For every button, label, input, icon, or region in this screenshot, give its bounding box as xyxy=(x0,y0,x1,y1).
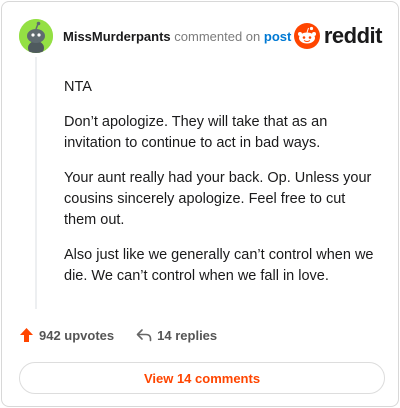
view-comments-button[interactable]: View 14 comments xyxy=(19,362,385,394)
username-link[interactable]: MissMurderpants xyxy=(63,29,171,44)
comment-paragraph: NTA xyxy=(64,79,92,95)
comment-byline: MissMurderpants commented on post xyxy=(63,29,291,44)
comment-paragraph: Don’t apologize. They will take that as … xyxy=(64,114,328,151)
comment-paragraph: Your aunt really had your back. Op. Unle… xyxy=(64,170,372,228)
reply-count: 14 replies xyxy=(157,327,218,343)
action-text: commented on xyxy=(174,28,261,44)
reddit-snoo-icon xyxy=(293,23,320,49)
comment-body: NTA Don’t apologize. They will take that… xyxy=(64,77,374,301)
thread-line[interactable] xyxy=(35,57,37,309)
user-avatar[interactable] xyxy=(19,19,53,53)
reply-arrow-icon xyxy=(136,329,152,342)
upvote-count: 942 upvotes xyxy=(39,327,115,343)
upvote-stat[interactable]: 942 upvotes xyxy=(19,327,114,343)
snoo-avatar-icon xyxy=(19,19,53,53)
post-link[interactable]: post xyxy=(264,29,291,44)
reddit-wordmark: reddit xyxy=(323,23,383,48)
upvote-arrow-icon xyxy=(20,328,33,342)
reddit-logo[interactable]: reddit xyxy=(293,23,383,49)
comment-card: MissMurderpants commented on post reddit… xyxy=(1,1,399,407)
reply-stat[interactable]: 14 replies xyxy=(136,328,217,343)
comment-paragraph: Also just like we generally can’t contro… xyxy=(64,247,374,284)
comment-stats: 942 upvotes 14 replies xyxy=(19,327,217,343)
comment-header: MissMurderpants commented on post reddit xyxy=(19,18,383,54)
